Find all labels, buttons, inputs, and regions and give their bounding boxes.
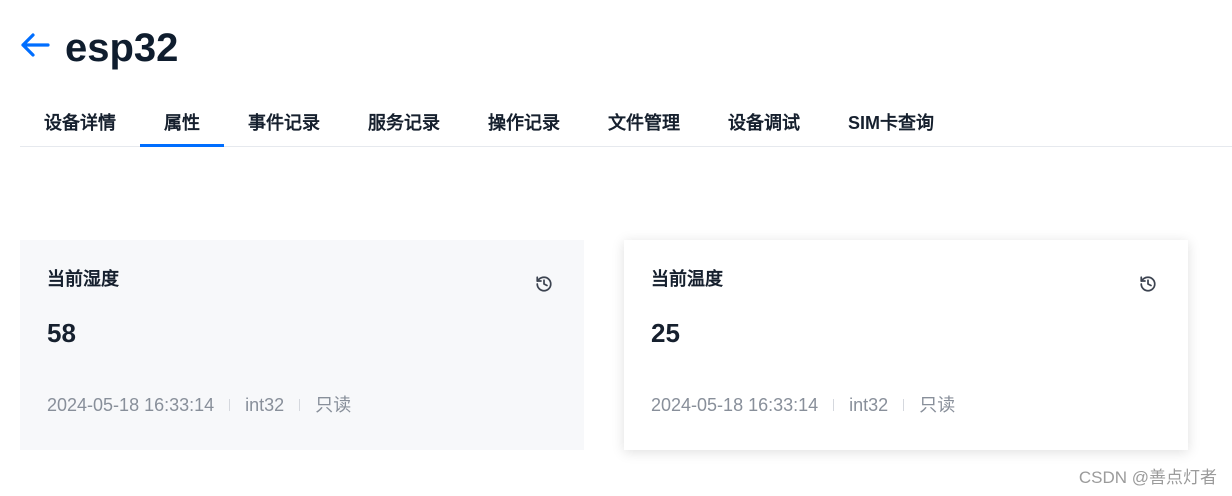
meta-separator — [229, 399, 231, 411]
tab-operation-log[interactable]: 操作记录 — [464, 100, 584, 146]
property-name: 当前湿度 — [47, 269, 119, 289]
tab-event-log[interactable]: 事件记录 — [224, 100, 344, 146]
page-title: esp32 — [65, 26, 179, 70]
property-card-humidity[interactable]: 当前湿度 58 2024-05-18 16:33:14 int32 只读 — [20, 240, 584, 450]
property-value: 25 — [651, 318, 680, 348]
property-name: 当前温度 — [651, 269, 723, 289]
history-button[interactable] — [535, 275, 553, 293]
property-meta: 2024-05-18 16:33:14 int32 只读 — [47, 393, 351, 417]
tab-label: 属性 — [164, 113, 200, 133]
tab-device-details[interactable]: 设备详情 — [20, 100, 140, 146]
property-updated-time: 2024-05-18 16:33:14 — [47, 395, 215, 415]
property-data-type: int32 — [849, 395, 889, 415]
property-data-type: int32 — [245, 395, 285, 415]
meta-separator — [299, 399, 301, 411]
back-button[interactable] — [20, 32, 50, 58]
meta-separator — [903, 399, 905, 411]
tab-bar: 设备详情 属性 事件记录 服务记录 操作记录 文件管理 设备调试 SIM卡查询 — [20, 100, 1232, 147]
property-card-temperature[interactable]: 当前温度 25 2024-05-18 16:33:14 int32 只读 — [624, 240, 1188, 450]
tab-device-debug[interactable]: 设备调试 — [704, 100, 824, 146]
property-access-mode: 只读 — [315, 395, 352, 415]
history-icon — [1140, 276, 1156, 292]
tab-active-indicator — [140, 144, 224, 147]
tab-file-management[interactable]: 文件管理 — [584, 100, 704, 146]
property-value: 58 — [47, 318, 76, 348]
tab-properties[interactable]: 属性 — [140, 100, 224, 147]
tab-sim-query[interactable]: SIM卡查询 — [824, 100, 958, 146]
meta-separator — [833, 399, 835, 411]
property-meta: 2024-05-18 16:33:14 int32 只读 — [651, 393, 955, 417]
tab-service-log[interactable]: 服务记录 — [344, 100, 464, 146]
history-icon — [536, 276, 552, 292]
property-updated-time: 2024-05-18 16:33:14 — [651, 395, 819, 415]
property-access-mode: 只读 — [919, 395, 956, 415]
arrow-left-icon — [21, 33, 50, 57]
history-button[interactable] — [1139, 275, 1157, 293]
watermark: CSDN @善点灯者 — [1078, 468, 1217, 487]
